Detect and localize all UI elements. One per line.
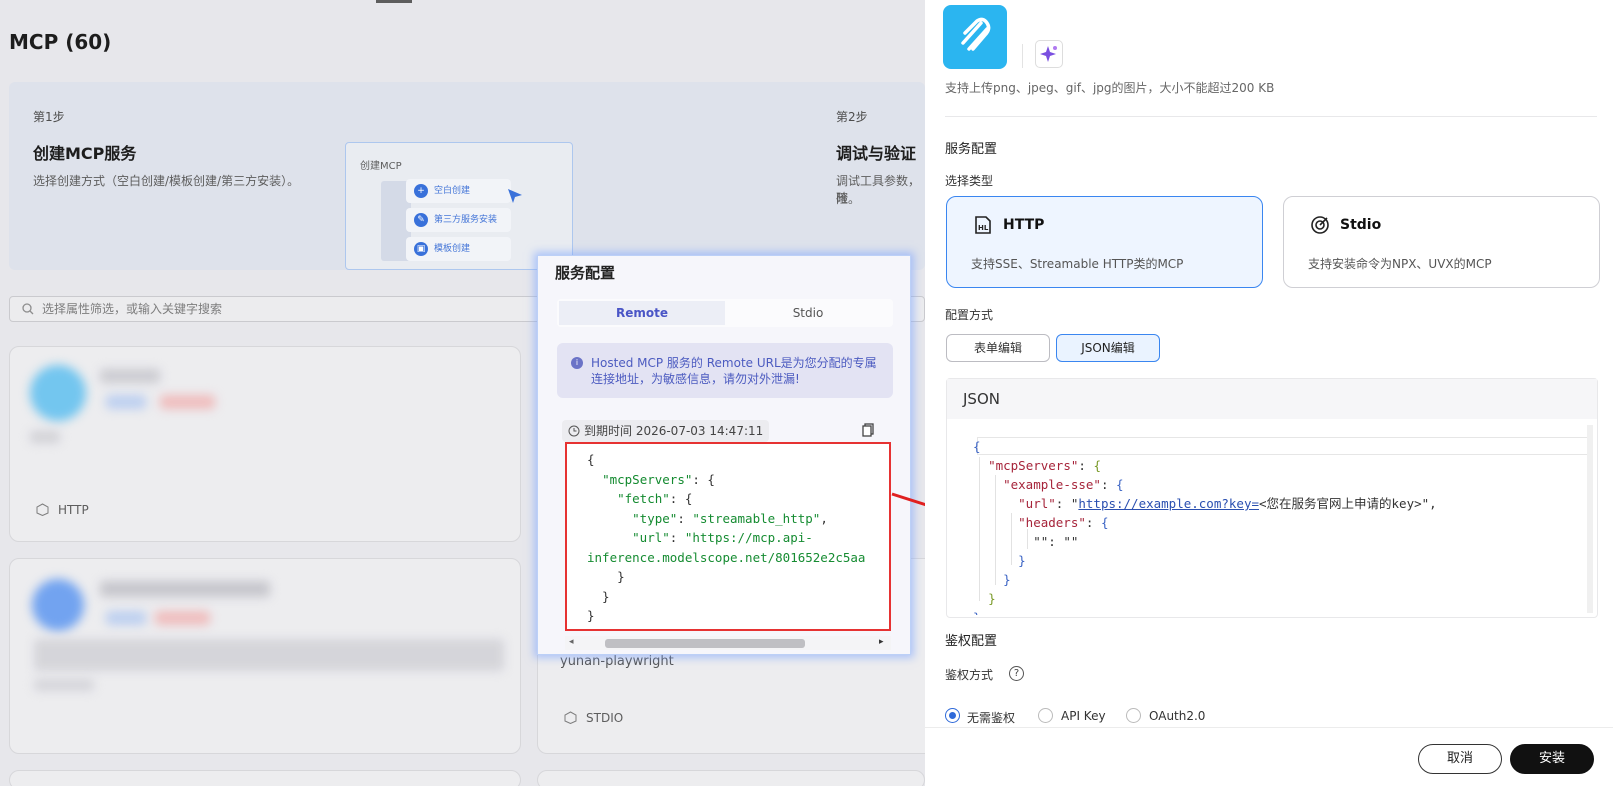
json-editor[interactable]: JSON { "mcpServers": { "example-sse": { … [946,378,1598,618]
scroll-left-icon[interactable]: ◂ [569,637,574,647]
sparkle-icon [1040,46,1057,62]
ai-generate-button[interactable] [1035,40,1063,68]
type-title: Stdio [1340,217,1382,233]
radio-no-auth[interactable] [945,708,960,723]
clock-icon [568,425,580,437]
info-icon: i [571,357,583,369]
scrollbar-thumb[interactable] [605,639,805,648]
install-drawer: 支持上传png、jpeg、gif、jpg的图片，大小不能超过200 KB 服务配… [925,0,1613,786]
stdio-icon [1311,216,1329,234]
expire-badge: 到期时间 2026-07-03 14:47:11 [562,420,770,442]
config-method-label: 配置方式 [945,308,994,322]
upload-hint: 支持上传png、jpeg、gif、jpg的图片，大小不能超过200 KB [945,81,1275,95]
radio-dot [949,712,956,719]
radio-oauth[interactable] [1126,708,1141,723]
json-key: "url" [1018,496,1056,511]
svg-text:HL: HL [978,224,989,232]
tab-remote[interactable]: Remote [559,301,725,325]
info-alert: i Hosted MCP 服务的 Remote URL是为您分配的专属连接地址，… [557,343,893,398]
radio-api-key[interactable] [1038,708,1053,723]
json-key: "example-sse" [1003,477,1101,492]
horizontal-scrollbar[interactable]: ◂ ▸ [565,636,891,650]
select-type-label: 选择类型 [945,174,994,188]
code-value: inference.modelscope.net/801652e2c5aa [587,549,866,565]
json-key: "headers" [1018,515,1086,530]
copy-icon[interactable] [862,423,874,437]
json-value: "": "" [1033,534,1079,549]
type-title: HTTP [1003,217,1045,233]
service-config-popup: 服务配置 Remote Stdio i Hosted MCP 服务的 Remot… [537,255,911,655]
json-value: <您在服务官网上申请的key>" [1259,496,1430,511]
code-value: "https://mcp.api- [684,530,813,545]
json-url-link[interactable]: https://example.com?key= [1078,496,1259,511]
install-button[interactable]: 安装 [1510,744,1594,774]
app-logo-icon[interactable] [943,5,1007,69]
divider [1022,44,1023,68]
highlighted-json-code: { "mcpServers": { "fetch": { "type": "st… [565,442,891,631]
tab-stdio[interactable]: Stdio [725,301,891,325]
code-key: "fetch" [617,491,670,506]
auth-method-label: 鉴权方式 [945,668,994,682]
json-key: "mcpServers" [988,458,1079,473]
section-auth-config: 鉴权配置 [945,634,998,649]
popup-tabs: Remote Stdio [557,299,893,327]
type-card-stdio[interactable]: Stdio 支持安装命令为NPX、UVX的MCP [1283,196,1600,288]
json-edit-button[interactable]: JSON编辑 [1056,334,1160,362]
popup-title: 服务配置 [555,264,616,282]
card-name: yunan-playwright [560,654,674,669]
code-key: "mcpServers" [602,471,693,487]
code-key: "url" [632,530,670,545]
form-edit-button[interactable]: 表单编辑 [946,334,1050,362]
code-key: "type" [632,510,678,526]
json-code[interactable]: { "mcpServers": { "example-sse": { "url"… [973,437,1583,615]
section-service-config: 服务配置 [945,142,998,157]
expire-text: 到期时间 2026-07-03 14:47:11 [584,424,764,438]
help-icon[interactable]: ? [1009,666,1024,681]
code-value: "streamable_http" [692,510,821,526]
json-editor-label: JSON [947,379,1597,419]
divider [945,116,1597,117]
info-text: Hosted MCP 服务的 Remote URL是为您分配的专属连接地址，为敏… [591,356,877,386]
radio-label: 无需鉴权 [967,711,1016,725]
http-icon: HL [975,216,991,234]
radio-label: OAuth2.0 [1149,709,1206,723]
vertical-scrollbar[interactable] [1587,425,1593,613]
type-card-http[interactable]: HL HTTP 支持SSE、Streamable HTTP类的MCP [946,196,1263,288]
cancel-button[interactable]: 取消 [1418,744,1502,774]
footer-divider [925,727,1613,728]
type-desc: 支持SSE、Streamable HTTP类的MCP [971,257,1184,271]
type-desc: 支持安装命令为NPX、UVX的MCP [1308,257,1492,271]
radio-label: API Key [1061,709,1106,723]
scroll-right-icon[interactable]: ▸ [879,637,884,647]
